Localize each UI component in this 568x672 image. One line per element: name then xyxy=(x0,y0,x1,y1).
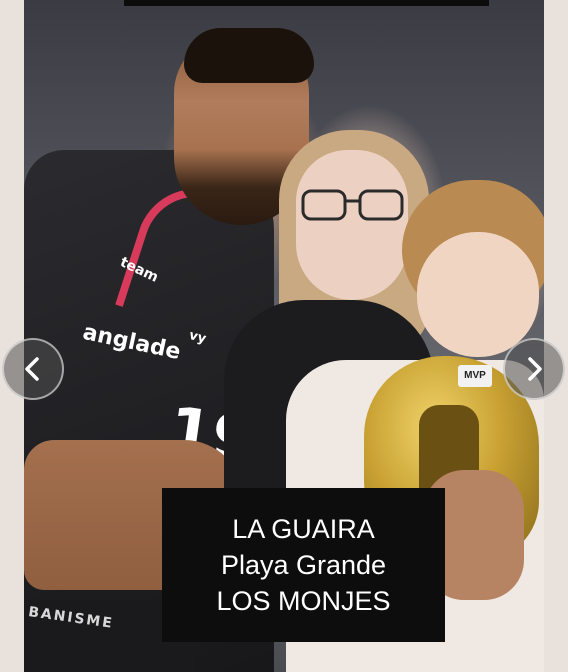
mvp-badge: MVP xyxy=(458,365,492,387)
photo-frame: team anglade vy 19 BANISME MVP LA GUAIRA… xyxy=(24,0,544,672)
next-button[interactable] xyxy=(503,338,565,400)
man-hair xyxy=(184,28,314,83)
previous-button[interactable] xyxy=(2,338,64,400)
chevron-left-icon xyxy=(25,357,39,381)
chevron-right-icon xyxy=(528,357,542,381)
caption-line-3: LOS MONJES xyxy=(216,586,391,616)
glasses-icon xyxy=(301,189,404,221)
caption-line-2: Playa Grande xyxy=(220,550,387,580)
caption-box: LA GUAIRA Playa Grande LOS MONJES xyxy=(162,488,445,642)
top-bar xyxy=(124,0,489,6)
woman-face xyxy=(296,150,408,300)
caption-line-1: LA GUAIRA xyxy=(232,514,375,544)
child-face xyxy=(417,232,539,357)
